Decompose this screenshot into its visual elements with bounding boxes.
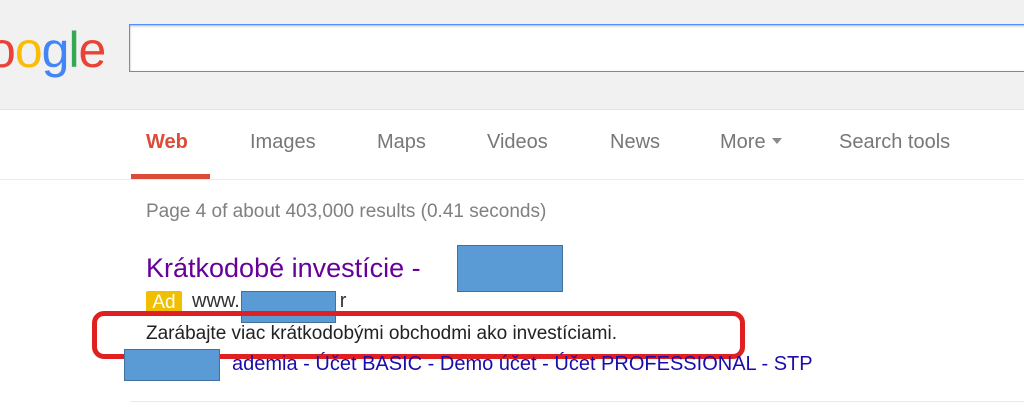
logo-letter: e	[78, 22, 107, 78]
sitelink-ucet-professional[interactable]: Účet PROFESSIONAL	[554, 353, 756, 375]
sitelink-separator: -	[297, 353, 316, 375]
tab-maps[interactable]: Maps	[377, 131, 426, 154]
chevron-down-icon	[771, 137, 782, 144]
ad-url-suffix: r	[339, 290, 347, 312]
header-bar: oogle	[0, 0, 1024, 110]
sitelink-separator: -	[755, 353, 774, 375]
ad-url-prefix: www.	[192, 290, 240, 312]
tab-news[interactable]: News	[610, 131, 660, 154]
logo-letter: g	[41, 22, 70, 78]
google-logo[interactable]: oogle	[0, 20, 107, 80]
sitelink-demo-ucet[interactable]: Demo účet	[440, 353, 537, 375]
tab-more-label: More	[720, 131, 766, 153]
sitelink-akademia[interactable]: ademia	[232, 353, 298, 375]
sitelink-stp[interactable]: STP	[774, 353, 813, 375]
sitelink-separator: -	[422, 353, 440, 375]
redaction-block	[457, 245, 563, 292]
active-tab-indicator	[131, 174, 210, 179]
divider	[130, 401, 1024, 402]
ad-title-link[interactable]: Krátkodobé investície -	[146, 253, 421, 284]
sitelink-ucet-basic[interactable]: Účet BASIC	[315, 353, 422, 375]
result-stats: Page 4 of about 403,000 results (0.41 se…	[146, 201, 547, 222]
sitelink-separator: -	[536, 353, 555, 375]
redaction-block	[124, 349, 220, 381]
search-tabs: Web Images Maps Videos News More Search …	[0, 110, 1024, 180]
logo-letter: o	[14, 22, 43, 78]
tab-videos[interactable]: Videos	[487, 131, 548, 154]
search-input[interactable]	[129, 24, 1024, 72]
logo-letter: o	[0, 22, 16, 78]
tab-web[interactable]: Web	[146, 131, 188, 154]
tab-more[interactable]: More	[720, 131, 782, 154]
ad-sitelinks: ademia - Účet BASIC - Demo účet - Účet P…	[232, 353, 813, 376]
tab-images[interactable]: Images	[250, 131, 316, 154]
tab-search-tools[interactable]: Search tools	[839, 131, 950, 154]
logo-letter: l	[68, 22, 79, 78]
